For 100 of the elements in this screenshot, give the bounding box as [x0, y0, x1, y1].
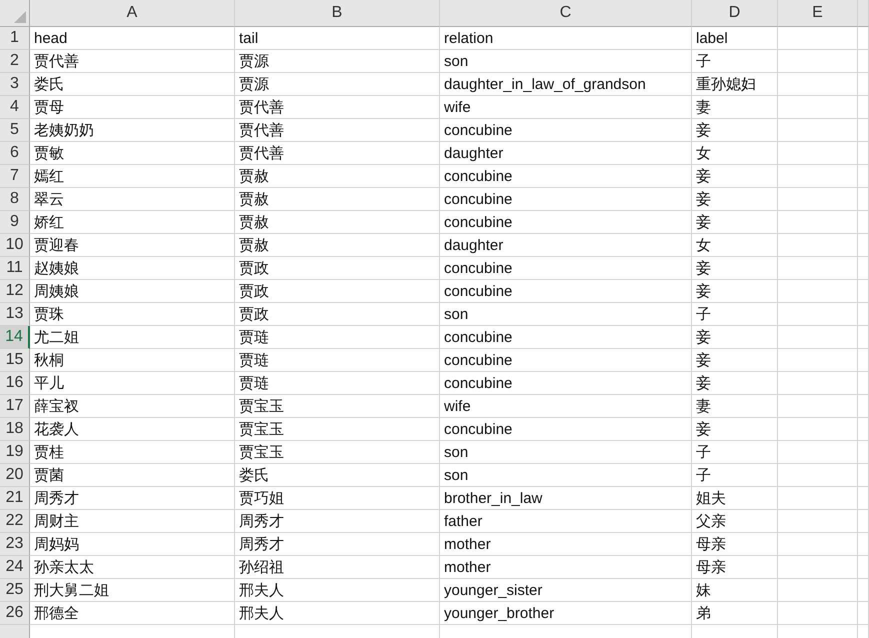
- table-cell: 重孙媳妇: [692, 73, 778, 96]
- row-header[interactable]: 18: [0, 418, 30, 441]
- table-cell: 妾: [692, 188, 778, 211]
- row-header[interactable]: 14: [0, 326, 30, 349]
- row-header[interactable]: 12: [0, 280, 30, 303]
- row-header[interactable]: 25: [0, 579, 30, 602]
- empty-cell: [858, 464, 869, 487]
- table-cell: 孙绍祖: [235, 556, 440, 579]
- column-header[interactable]: C: [440, 0, 692, 27]
- row-header[interactable]: 2: [0, 50, 30, 73]
- table-cell: son: [440, 441, 692, 464]
- empty-cell: [858, 326, 869, 349]
- table-cell: 贾赦: [235, 211, 440, 234]
- empty-cell: [858, 303, 869, 326]
- row-header[interactable]: 21: [0, 487, 30, 510]
- row-header[interactable]: 19: [0, 441, 30, 464]
- table-cell: 贾敏: [30, 142, 235, 165]
- table-cell: 贾代善: [235, 96, 440, 119]
- row-header[interactable]: 17: [0, 395, 30, 418]
- row-header[interactable]: 5: [0, 119, 30, 142]
- empty-cell: [858, 234, 869, 257]
- row-header[interactable]: 1: [0, 27, 30, 50]
- select-all-corner[interactable]: [0, 0, 30, 27]
- row-header[interactable]: 22: [0, 510, 30, 533]
- table-cell: 平儿: [30, 372, 235, 395]
- table-cell: 贾宝玉: [235, 441, 440, 464]
- table-cell: 母亲: [692, 533, 778, 556]
- table-cell: 姐夫: [692, 487, 778, 510]
- empty-cell: [858, 487, 869, 510]
- empty-cell: [858, 533, 869, 556]
- table-cell: 子: [692, 441, 778, 464]
- empty-cell: [858, 441, 869, 464]
- table-cell: concubine: [440, 119, 692, 142]
- table-cell: 周秀才: [235, 533, 440, 556]
- row-header[interactable]: 26: [0, 602, 30, 625]
- table-cell: tail: [235, 27, 440, 50]
- table-cell: 贾迎春: [30, 234, 235, 257]
- table-cell: relation: [440, 27, 692, 50]
- row-header[interactable]: 23: [0, 533, 30, 556]
- row-header[interactable]: 8: [0, 188, 30, 211]
- empty-cell: [858, 257, 869, 280]
- row-header[interactable]: 24: [0, 556, 30, 579]
- column-header[interactable]: D: [692, 0, 778, 27]
- table-cell: 贾巧姐: [235, 487, 440, 510]
- table-cell: 母亲: [692, 556, 778, 579]
- table-cell: 贾桂: [30, 441, 235, 464]
- row-header[interactable]: 4: [0, 96, 30, 119]
- row-header[interactable]: 11: [0, 257, 30, 280]
- table-cell: father: [440, 510, 692, 533]
- table-cell: 妾: [692, 280, 778, 303]
- table-cell: 贾政: [235, 280, 440, 303]
- table-cell: 贾代善: [235, 142, 440, 165]
- row-header[interactable]: 6: [0, 142, 30, 165]
- table-cell: 贾源: [235, 50, 440, 73]
- table-cell: 贾琏: [235, 326, 440, 349]
- table-cell: 子: [692, 303, 778, 326]
- table-cell: 周姨娘: [30, 280, 235, 303]
- table-cell: 嫣红: [30, 165, 235, 188]
- table-cell: concubine: [440, 165, 692, 188]
- empty-cell: [858, 372, 869, 395]
- corner-triangle-icon: [14, 11, 26, 23]
- table-cell: 尤二姐: [30, 326, 235, 349]
- column-header[interactable]: E: [778, 0, 858, 27]
- table-cell: concubine: [440, 349, 692, 372]
- table-cell: 翠云: [30, 188, 235, 211]
- table-cell: 妻: [692, 96, 778, 119]
- row-header[interactable]: 15: [0, 349, 30, 372]
- table-cell: 妻: [692, 395, 778, 418]
- row-header[interactable]: 3: [0, 73, 30, 96]
- table-cell: daughter_in_law_of_grandson: [440, 73, 692, 96]
- table-cell: 贾母: [30, 96, 235, 119]
- empty-cell: [858, 96, 869, 119]
- column-header[interactable]: [858, 0, 869, 27]
- row-header[interactable]: 9: [0, 211, 30, 234]
- table-cell: daughter: [440, 142, 692, 165]
- column-header[interactable]: A: [30, 0, 235, 27]
- row-header[interactable]: 13: [0, 303, 30, 326]
- table-cell: 子: [692, 50, 778, 73]
- table-cell: 贾源: [235, 73, 440, 96]
- table-cell: concubine: [440, 257, 692, 280]
- table-cell: head: [30, 27, 235, 50]
- table-cell: 妾: [692, 372, 778, 395]
- table-cell: 娇红: [30, 211, 235, 234]
- row-header[interactable]: 20: [0, 464, 30, 487]
- row-header[interactable]: 7: [0, 165, 30, 188]
- row-header[interactable]: 10: [0, 234, 30, 257]
- table-cell: 贾赦: [235, 234, 440, 257]
- empty-cell: [858, 349, 869, 372]
- table-cell: concubine: [440, 188, 692, 211]
- table-cell: 贾代善: [30, 50, 235, 73]
- table-cell: 贾赦: [235, 165, 440, 188]
- table-cell: label: [692, 27, 778, 50]
- table-cell: 贾代善: [235, 119, 440, 142]
- table-cell: concubine: [440, 211, 692, 234]
- table-cell: 妾: [692, 349, 778, 372]
- table-cell: 妾: [692, 211, 778, 234]
- table-cell: 周财主: [30, 510, 235, 533]
- row-header[interactable]: 16: [0, 372, 30, 395]
- column-header[interactable]: B: [235, 0, 440, 27]
- empty-cell: [858, 211, 869, 234]
